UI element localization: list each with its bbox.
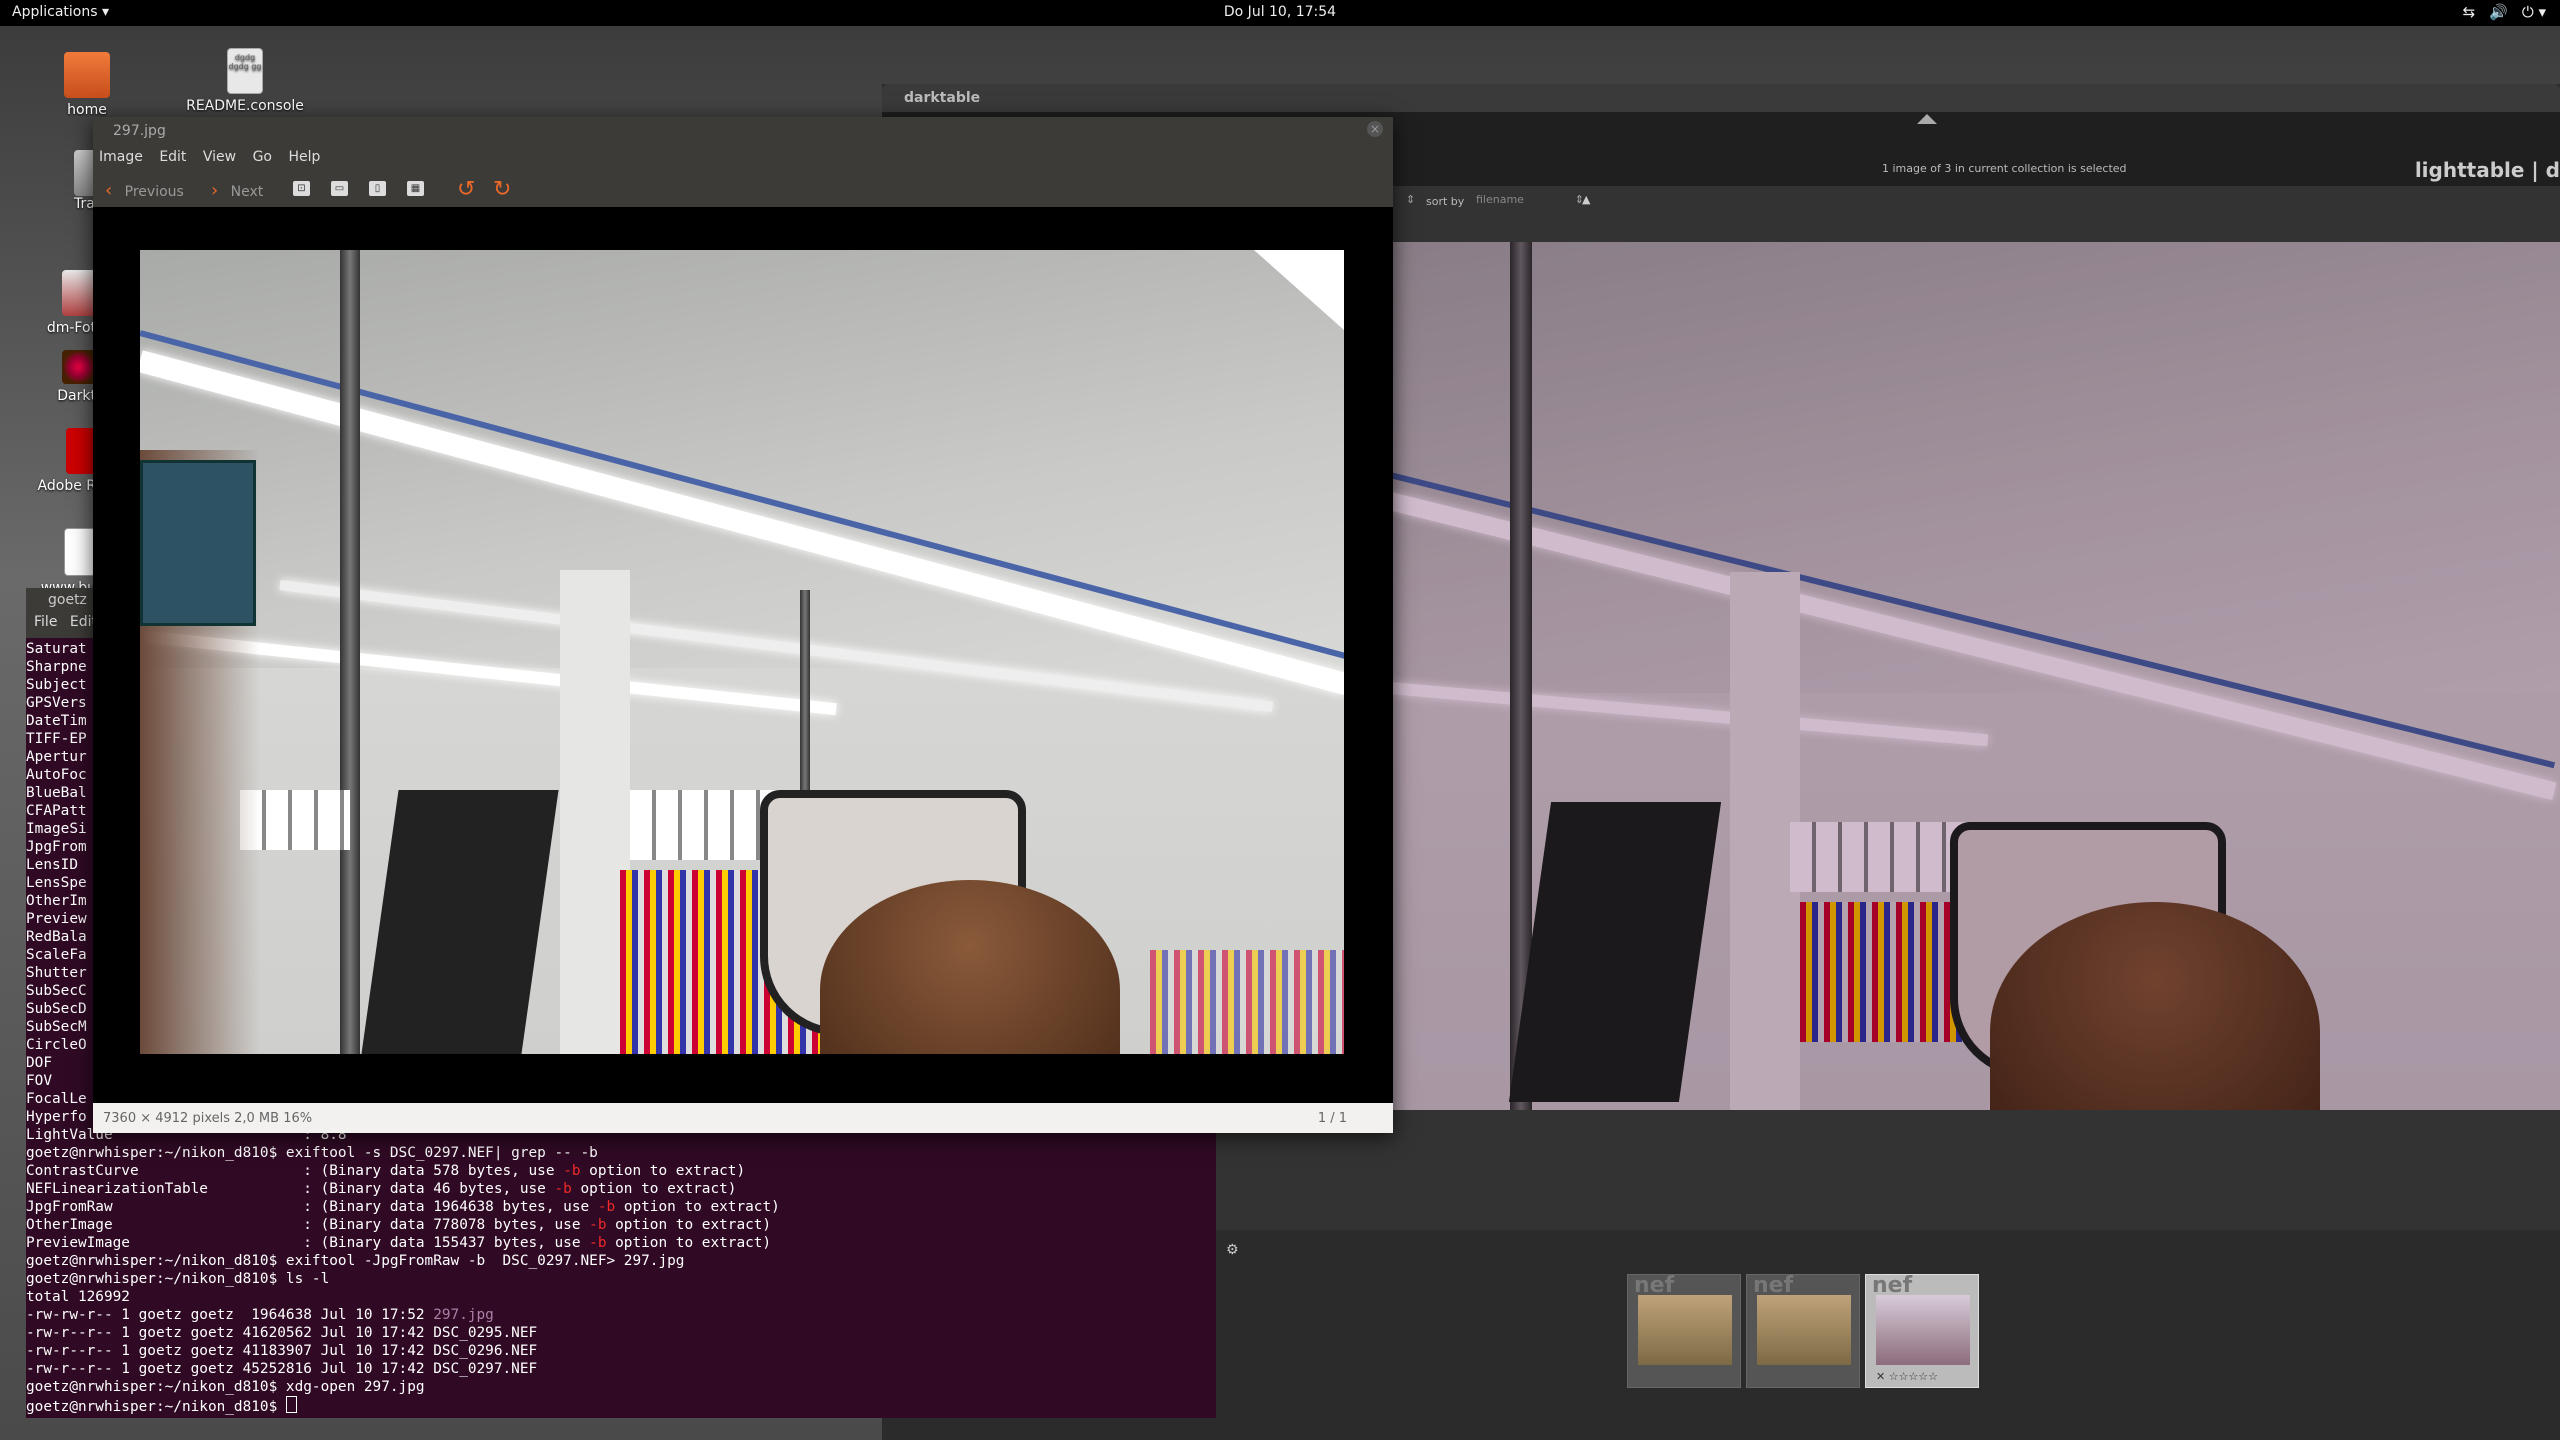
terminal-line: NEFLinearizationTable : (Binary data 46 … [26,1181,737,1197]
window-title: goetz [48,592,87,608]
pdf-icon [66,428,96,474]
window-title: darktable [904,90,981,106]
sort-direction-toggle[interactable]: ▲ [1582,193,1590,206]
terminal-line: goetz@nrwhisper:~/nikon_d810$ xdg-open 2… [26,1379,425,1395]
next-label: Next [230,184,264,200]
desktop-icon-label: Adobe R [37,478,96,494]
darktable-preview-image[interactable] [1390,242,2560,1110]
terminal-line: goetz@nrwhisper:~/nikon_d810$ [26,1396,1216,1416]
terminal-line: total 126992 [26,1289,130,1305]
selection-info: 1 image of 3 in current collection is se… [1882,162,2127,175]
desktop-icon-label: Tra [74,196,95,212]
terminal-cursor [285,1396,297,1413]
image-counter: 1 / 1 [1317,1111,1347,1126]
photo-app-icon [62,270,96,316]
arrows-icon[interactable]: ⇕ [1406,193,1415,206]
web-file-icon [64,528,96,576]
close-icon[interactable]: × [1367,121,1383,137]
terminal-line: -rw-r--r-- 1 goetz goetz 41183907 Jul 10… [26,1343,538,1359]
menu-view[interactable]: View [203,149,236,165]
zoom-normal-icon[interactable]: ▯ [369,181,386,196]
folder-icon [64,52,110,98]
system-tray[interactable]: ⇆ 🔊 ⏻ ▾ [2463,3,2546,21]
terminal-line: -rw-r--r-- 1 goetz goetz 41620562 Jul 10… [26,1325,538,1341]
network-icon[interactable]: ⇆ [2463,3,2476,21]
darktable-icon [62,350,96,384]
thumb-image [1757,1295,1851,1365]
text-file-icon: dgdg dgdg gg [227,48,263,94]
chevron-left-icon: ‹ [105,180,113,201]
terminal-line: -rw-rw-r-- 1 goetz goetz 1964638 Jul 10 … [26,1307,494,1323]
zoom-out-icon[interactable]: ▭ [331,181,348,196]
rotate-right-icon[interactable]: ↻ [493,177,511,202]
thumb-image [1638,1295,1732,1365]
desktop-icon-adobe-reader[interactable]: Adobe R [0,428,96,494]
previous-label: Previous [124,184,184,200]
viewer-canvas[interactable] [93,207,1393,1103]
menu-help[interactable]: Help [288,149,320,165]
viewer-titlebar[interactable]: 297.jpg × [93,117,1393,145]
star-rating[interactable]: ✕ ☆☆☆☆☆ [1876,1370,1938,1383]
desktop-icon-label: dm-Fot [46,320,96,336]
desktop-icon-readme[interactable]: dgdg dgdg gg README.console [170,48,320,114]
power-icon[interactable]: ⏻ ▾ [2522,3,2546,21]
desktop-icon-dm-foto[interactable]: dm-Fot [0,270,96,336]
sort-label: sort by [1426,195,1465,208]
terminal-line: goetz@nrwhisper:~/nikon_d810$ ls -l [26,1271,330,1287]
terminal-line: PreviewImage : (Binary data 155437 bytes… [26,1235,772,1251]
desktop-icon-label: home [67,102,107,118]
next-button[interactable]: › Next [211,180,263,201]
rotate-left-icon[interactable]: ↺ [457,177,475,202]
image-viewer-window: 297.jpg × Image Edit View Go Help ‹ Prev… [93,117,1393,1133]
menu-image[interactable]: Image [99,149,143,165]
terminal-line: JpgFromRaw : (Binary data 1964638 bytes,… [26,1199,780,1215]
terminal-line: ContrastCurve : (Binary data 578 bytes, … [26,1163,746,1179]
viewer-menubar: Image Edit View Go Help [93,145,1393,171]
terminal-line: OtherImage : (Binary data 778078 bytes, … [26,1217,772,1233]
previous-button[interactable]: ‹ Previous [105,180,184,201]
terminal-line: goetz@nrwhisper:~/nikon_d810$ exiftool -… [26,1145,598,1161]
menu-go[interactable]: Go [253,149,272,165]
zoom-fit-icon[interactable]: ⊡ [293,181,310,196]
gallery-icon[interactable]: ▦ [407,181,424,196]
menu-file[interactable]: File [34,614,57,630]
window-title: 297.jpg [113,123,166,139]
filmstrip-thumb-selected[interactable]: nef ✕ ☆☆☆☆☆ [1865,1273,1979,1388]
desktop-icon-label: README.console [186,98,304,114]
filmstrip-settings-icon[interactable]: ⚙ [1226,1242,1239,1258]
volume-icon[interactable]: 🔊 [2489,3,2508,21]
top-panel: Applications ▾ Do Jul 10, 17:54 ⇆ 🔊 ⏻ ▾ [0,0,2560,26]
desktop-icon-darktable[interactable]: Darkt [0,350,96,404]
displayed-photo [140,250,1344,1054]
thumb-image [1876,1295,1970,1365]
desktop-icon-trash[interactable]: Tra [12,150,104,212]
viewer-statusbar: 7360 × 4912 pixels 2,0 MB 16% 1 / 1 [93,1103,1393,1133]
desktop-icon-home[interactable]: home [12,52,162,118]
image-info: 7360 × 4912 pixels 2,0 MB 16% [103,1111,313,1126]
filmstrip-thumb[interactable]: nef [1746,1273,1860,1388]
menu-edit[interactable]: Edit [159,149,186,165]
desktop-icon-www[interactable]: www.bu [0,528,96,596]
collapse-top-panel-icon[interactable] [1917,114,1937,124]
desktop-icon-label: Darkt [57,388,96,404]
filmstrip-thumb[interactable]: nef [1627,1273,1741,1388]
view-switcher[interactable]: lighttable | d [2415,158,2560,182]
terminal-line: goetz@nrwhisper:~/nikon_d810$ exiftool -… [26,1253,685,1269]
clock[interactable]: Do Jul 10, 17:54 [0,4,2560,20]
chevron-right-icon: › [211,180,219,201]
terminal-line: -rw-r--r-- 1 goetz goetz 45252816 Jul 10… [26,1361,538,1377]
darktable-titlebar[interactable]: darktable [882,84,2560,112]
sort-select[interactable]: filename [1470,191,1586,213]
viewer-toolbar: ‹ Previous › Next ⊡ ▭ ▯ ▦ ↺ ↻ [93,171,1393,207]
